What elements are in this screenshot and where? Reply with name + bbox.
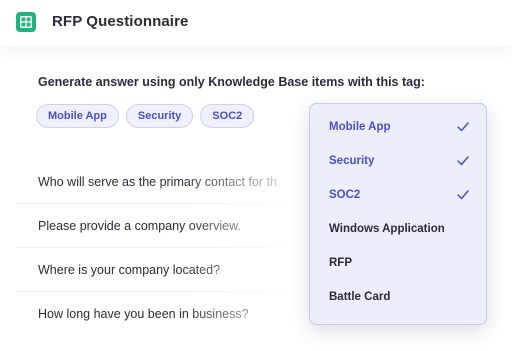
question-text: Who will serve as the primary contact fo… <box>38 174 277 189</box>
question-list: Who will serve as the primary contact fo… <box>16 160 316 336</box>
option-label: RFP <box>329 257 352 269</box>
tag-chip-soc2[interactable]: SOC2 <box>200 104 255 128</box>
table-grid-icon <box>16 12 36 32</box>
question-text: Where is your company located? <box>38 262 221 277</box>
option-label: Battle Card <box>329 291 391 303</box>
question-row[interactable]: Who will serve as the primary contact fo… <box>16 160 316 204</box>
checkmark-icon <box>456 154 470 168</box>
dropdown-option-windows-application[interactable]: Windows Application <box>310 212 486 246</box>
option-label: Security <box>329 155 375 167</box>
checkmark-icon <box>456 120 470 134</box>
app-header: RFP Questionnaire <box>0 0 512 46</box>
question-text: How long have you been in business? <box>38 307 249 321</box>
selected-tags: Mobile App Security SOC2 <box>36 104 255 128</box>
dropdown-option-soc2[interactable]: SOC2 <box>310 178 486 212</box>
tag-dropdown-menu: Mobile App Security SOC2 Windows Applica… <box>309 103 487 325</box>
option-label: Mobile App <box>329 121 391 133</box>
dropdown-option-battle-card[interactable]: Battle Card <box>310 280 486 314</box>
question-row[interactable]: Where is your company located? <box>16 248 316 292</box>
tag-chip-security[interactable]: Security <box>125 104 194 128</box>
tag-chip-mobile-app[interactable]: Mobile App <box>36 104 119 128</box>
dropdown-option-rfp[interactable]: RFP <box>310 246 486 280</box>
tag-prompt-label: Generate answer using only Knowledge Bas… <box>38 75 425 89</box>
dropdown-option-mobile-app[interactable]: Mobile App <box>310 110 486 144</box>
option-label: SOC2 <box>329 189 361 201</box>
question-row[interactable]: Please provide a company overview. <box>16 204 316 248</box>
page-title: RFP Questionnaire <box>52 13 189 30</box>
question-row[interactable]: How long have you been in business? <box>16 292 316 336</box>
checkmark-icon <box>456 188 470 202</box>
option-label: Windows Application <box>329 223 445 235</box>
dropdown-option-security[interactable]: Security <box>310 144 486 178</box>
question-text: Please provide a company overview. <box>38 218 241 233</box>
